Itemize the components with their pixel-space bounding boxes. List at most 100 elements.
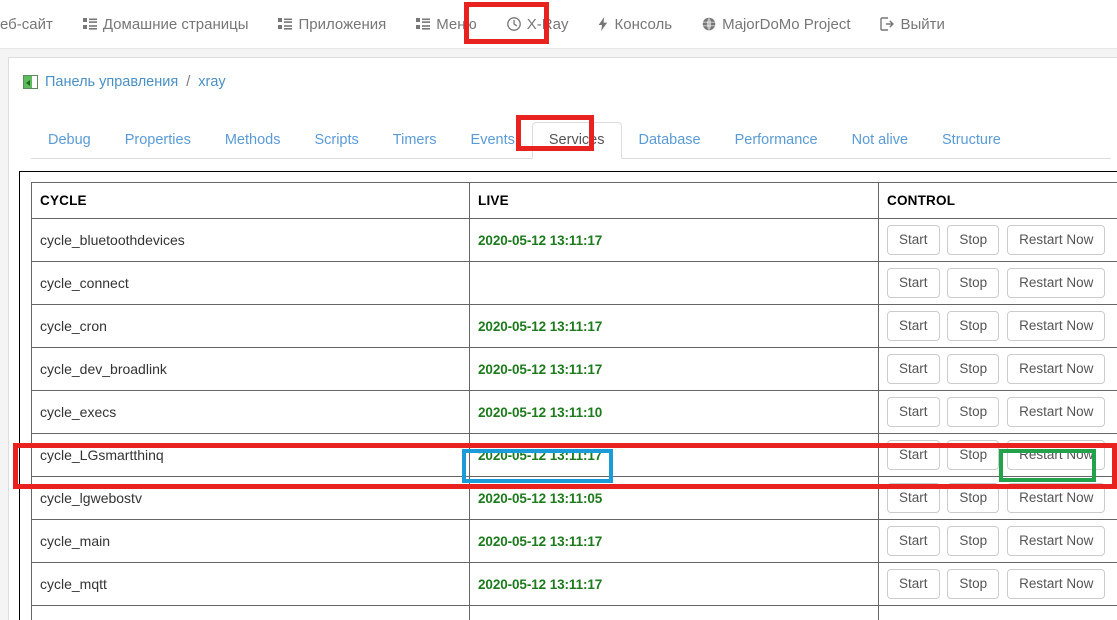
cell-live-time — [470, 606, 879, 620]
nav-item-logout[interactable]: Выйти — [865, 0, 959, 49]
tab-scripts[interactable]: Scripts — [297, 122, 375, 159]
top-navbar: еб-сайт Домашние страницы Приложения Мен… — [0, 0, 1117, 49]
restart-button[interactable]: Restart Now — [1007, 526, 1105, 557]
list-icon — [278, 18, 292, 30]
start-button[interactable]: Start — [887, 311, 940, 342]
nav-item-menu[interactable]: Меню — [401, 0, 492, 49]
cell-control: Start Stop Restart Now — [879, 262, 1117, 305]
tab-debug[interactable]: Debug — [31, 122, 108, 159]
panel-icon — [23, 75, 38, 89]
table-row: cycle_bluetoothdevices 2020-05-12 13:11:… — [32, 219, 1117, 262]
cell-control — [879, 606, 1117, 620]
stop-button[interactable]: Stop — [947, 354, 999, 385]
stop-button[interactable]: Stop — [947, 569, 999, 600]
cell-control: Start Stop Restart Now — [879, 563, 1117, 606]
nav-label-applications: Приложения — [298, 16, 386, 33]
start-button[interactable]: Start — [887, 268, 940, 299]
stop-button[interactable]: Stop — [947, 526, 999, 557]
tab-services[interactable]: Services — [532, 122, 622, 159]
cell-control: Start Stop Restart Now — [879, 305, 1117, 348]
cell-control: Start Stop Restart Now — [879, 520, 1117, 563]
nav-item-home-pages[interactable]: Домашние страницы — [68, 0, 264, 49]
tab-methods[interactable]: Methods — [208, 122, 298, 159]
globe-icon — [702, 17, 716, 31]
cell-cycle-name: cycle_cron — [32, 305, 470, 348]
table-row: cycle_execs 2020-05-12 13:11:10 Start St… — [32, 391, 1117, 434]
cell-control: Start Stop Restart Now — [879, 477, 1117, 520]
stop-button[interactable]: Stop — [947, 483, 999, 514]
restart-button[interactable]: Restart Now — [1007, 569, 1105, 600]
logout-icon — [880, 17, 894, 31]
tab-structure[interactable]: Structure — [925, 122, 1018, 159]
stop-button[interactable]: Stop — [947, 397, 999, 428]
nav-label-menu: Меню — [436, 16, 477, 33]
tab-properties[interactable]: Properties — [108, 122, 208, 159]
services-table-container: CYCLE LIVE CONTROL cycle_bluetoothdevice… — [19, 171, 1117, 620]
restart-button-highlighted[interactable]: Restart Now — [1007, 440, 1105, 471]
cell-live-time: 2020-05-12 13:11:17 — [470, 520, 879, 563]
start-button[interactable]: Start — [887, 440, 940, 471]
restart-button[interactable]: Restart Now — [1007, 268, 1105, 299]
tab-performance[interactable]: Performance — [718, 122, 835, 159]
start-button[interactable]: Start — [887, 354, 940, 385]
cell-cycle-name: cycle_bluetoothdevices — [32, 219, 470, 262]
list-icon — [83, 18, 97, 30]
nav-item-website[interactable]: еб-сайт — [0, 0, 68, 49]
live-timestamp: 2020-05-12 13:11:17 — [478, 448, 602, 463]
restart-button[interactable]: Restart Now — [1007, 397, 1105, 428]
clock-icon — [507, 17, 521, 31]
tab-events[interactable]: Events — [454, 122, 532, 159]
cell-cycle-name: cycle_main — [32, 520, 470, 563]
nav-item-majordomo-project[interactable]: MajorDoMo Project — [687, 0, 865, 49]
nav-label-website: еб-сайт — [0, 16, 53, 33]
table-row-highlighted: cycle_LGsmartthinq 2020-05-12 13:11:17 S… — [32, 434, 1117, 477]
cell-live-time: 2020-05-12 13:11:10 — [470, 391, 879, 434]
cell-control: Start Stop Restart Now — [879, 434, 1117, 477]
stop-button[interactable]: Stop — [947, 311, 999, 342]
start-button[interactable]: Start — [887, 397, 940, 428]
breadcrumb-current[interactable]: xray — [198, 74, 225, 90]
live-timestamp: 2020-05-12 13:11:17 — [478, 233, 602, 248]
tab-bar: Debug Properties Methods Scripts Timers … — [31, 121, 1111, 159]
restart-button[interactable]: Restart Now — [1007, 225, 1105, 256]
cell-live-time — [470, 262, 879, 305]
live-timestamp: 2020-05-12 13:11:17 — [478, 577, 602, 592]
list-icon — [416, 18, 430, 30]
stop-button[interactable]: Stop — [947, 440, 999, 471]
start-button[interactable]: Start — [887, 225, 940, 256]
stop-button[interactable]: Stop — [947, 225, 999, 256]
cell-live-time: 2020-05-12 13:11:17 — [470, 348, 879, 391]
restart-button[interactable]: Restart Now — [1007, 311, 1105, 342]
nav-item-xray[interactable]: X-Ray — [492, 0, 584, 49]
cell-live-time: 2020-05-12 13:11:17 — [470, 305, 879, 348]
content-panel: Панель управления / xray Debug Propertie… — [8, 57, 1117, 620]
table-row: cycle_cron 2020-05-12 13:11:17 Start Sto… — [32, 305, 1117, 348]
tab-not-alive[interactable]: Not alive — [835, 122, 925, 159]
cell-control: Start Stop Restart Now — [879, 219, 1117, 262]
nav-label-home-pages: Домашние страницы — [103, 16, 249, 33]
start-button[interactable]: Start — [887, 526, 940, 557]
restart-button[interactable]: Restart Now — [1007, 483, 1105, 514]
restart-button[interactable]: Restart Now — [1007, 354, 1105, 385]
stop-button[interactable]: Stop — [947, 268, 999, 299]
column-header-cycle: CYCLE — [32, 183, 470, 219]
table-header-row: CYCLE LIVE CONTROL — [32, 183, 1117, 219]
start-button[interactable]: Start — [887, 483, 940, 514]
cell-control: Start Stop Restart Now — [879, 348, 1117, 391]
tab-database[interactable]: Database — [622, 122, 718, 159]
start-button[interactable]: Start — [887, 569, 940, 600]
breadcrumb-root[interactable]: Панель управления — [45, 74, 178, 90]
cell-live-time: 2020-05-12 13:11:17 — [470, 219, 879, 262]
nav-label-xray: X-Ray — [527, 16, 569, 33]
cell-cycle-name: cycle_execs — [32, 391, 470, 434]
cell-control: Start Stop Restart Now — [879, 391, 1117, 434]
cell-cycle-name: cycle_lgwebostv — [32, 477, 470, 520]
bolt-icon — [598, 17, 608, 31]
cell-cycle-name: cycle_mqtt — [32, 563, 470, 606]
cell-live-time: 2020-05-12 13:11:17 — [470, 434, 879, 477]
nav-item-applications[interactable]: Приложения — [263, 0, 401, 49]
breadcrumb-separator: / — [186, 74, 190, 90]
nav-item-console[interactable]: Консоль — [583, 0, 687, 49]
tab-timers[interactable]: Timers — [376, 122, 454, 159]
table-row: cycle_mqtt 2020-05-12 13:11:17 Start Sto… — [32, 563, 1117, 606]
